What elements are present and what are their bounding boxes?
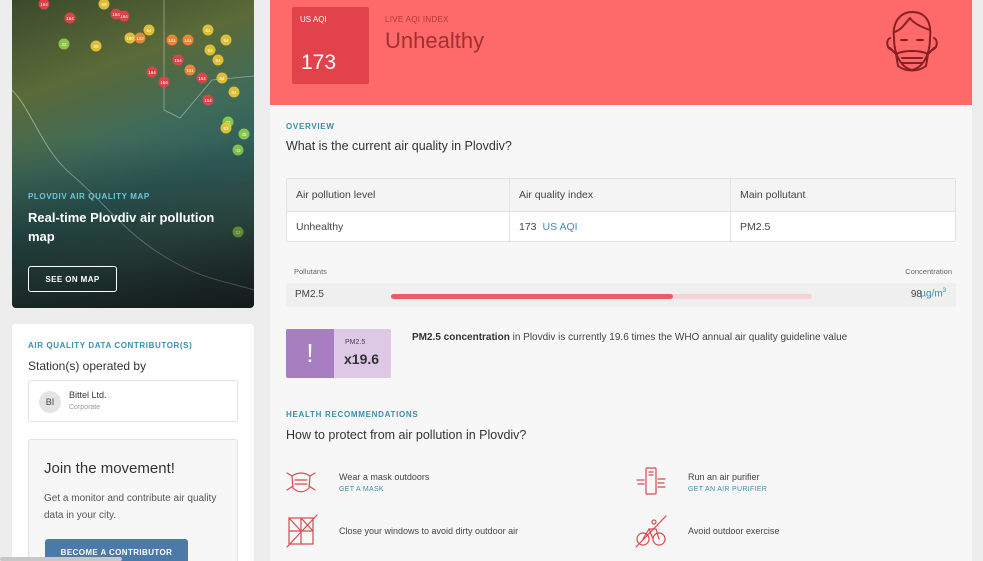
pollutant-unit: µg/m3	[920, 288, 946, 299]
pollutant-level-fill	[391, 294, 674, 299]
see-on-map-button[interactable]: SEE ON MAP	[28, 266, 117, 292]
who-text-rest: in Plovdiv is currently 19.6 times the W…	[509, 332, 848, 343]
column-divider	[509, 179, 510, 243]
pollutants-header: Pollutants	[294, 267, 327, 276]
unit-exponent: 3	[942, 288, 946, 294]
recommendation-text: Close your windows to avoid dirty outdoo…	[339, 526, 519, 536]
header-main-pollutant: Main pollutant	[740, 189, 806, 201]
recommendation-text: Run an air purifier	[688, 472, 760, 482]
mask-icon	[286, 472, 316, 493]
aqi-value-box: US AQI 173	[292, 7, 369, 84]
closed-window-icon	[286, 514, 318, 548]
overview-title: What is the current air quality in Plovd…	[286, 139, 512, 153]
who-guideline-text: PM2.5 concentration in Plovdiv is curren…	[412, 332, 952, 343]
map-title: Real-time Plovdiv air pollution map	[28, 210, 215, 244]
who-multiplier-panel: PM2.5 x19.6	[334, 329, 391, 378]
no-cycling-icon	[635, 515, 667, 548]
aqi-value: 173	[301, 51, 337, 74]
concentration-header: Concentration	[905, 267, 952, 276]
station-type: Corporate	[69, 404, 101, 411]
get-mask-link[interactable]: GET A MASK	[339, 486, 384, 493]
join-movement-box: Join the movement! Get a monitor and con…	[28, 439, 238, 561]
horizontal-scrollbar[interactable]	[0, 557, 122, 561]
movement-text: Get a monitor and contribute air quality…	[44, 493, 217, 521]
air-purifier-icon	[636, 467, 666, 495]
pollutant-row: PM2.5 98 µg/m3	[286, 283, 956, 307]
air-quality-map-card[interactable]: 1641549916415410064122991011011641541011…	[12, 0, 254, 308]
aqi-status: Unhealthy	[385, 28, 485, 53]
overview-eyebrow: OVERVIEW	[286, 122, 335, 131]
unit-base: µg/m	[920, 288, 943, 300]
map-eyebrow: PLOVDIV AIR QUALITY MAP	[28, 192, 150, 201]
header-air-quality-index: Air quality index	[519, 189, 594, 201]
who-text-bold: PM2.5 concentration	[412, 332, 510, 343]
health-title: How to protect from air pollution in Plo…	[286, 428, 527, 442]
map-shade	[12, 0, 254, 308]
pollution-level-value: Unhealthy	[296, 221, 344, 233]
get-air-purifier-link[interactable]: GET AN AIR PURIFIER	[688, 486, 767, 493]
aqi-box-label: US AQI	[300, 15, 327, 24]
exclamation-icon: !	[286, 329, 334, 378]
station-operator[interactable]: BI Bittel Ltd. Corporate	[28, 380, 238, 422]
face-mask-icon	[886, 11, 938, 72]
pollutant-level-bar	[391, 294, 812, 299]
who-guideline-box: ! PM2.5 x19.6	[286, 329, 391, 378]
pollutant-name: PM2.5	[295, 289, 324, 300]
aqi-banner: US AQI 173 LIVE AQI INDEX Unhealthy	[270, 0, 972, 105]
health-eyebrow: HEALTH RECOMMENDATIONS	[286, 410, 419, 419]
who-pollutant-label: PM2.5	[345, 339, 366, 346]
avatar: BI	[39, 391, 61, 413]
who-multiplier: x19.6	[344, 351, 380, 367]
contributor-card: AIR QUALITY DATA CONTRIBUTOR(S) Station(…	[12, 324, 254, 561]
header-pollution-level: Air pollution level	[296, 189, 376, 201]
recommendation-text: Wear a mask outdoors	[339, 472, 430, 482]
movement-title: Join the movement!	[44, 460, 175, 477]
overview-table: Air pollution level Air quality index Ma…	[286, 178, 956, 243]
column-divider	[730, 179, 731, 243]
table-header	[287, 179, 955, 212]
main-pollutant-value: PM2.5	[740, 221, 771, 233]
contributor-eyebrow: AIR QUALITY DATA CONTRIBUTOR(S)	[28, 341, 193, 350]
aqi-index-unit: US AQI	[542, 221, 578, 233]
station-name: Bittel Ltd.	[69, 390, 107, 400]
aqi-index-cell: 173 US AQI	[519, 221, 578, 233]
main-card: US AQI 173 LIVE AQI INDEX Unhealthy OVER…	[270, 0, 972, 561]
aqi-index-value: 173	[519, 221, 537, 233]
recommendation-text: Avoid outdoor exercise	[688, 526, 780, 536]
live-aqi-label: LIVE AQI INDEX	[385, 15, 449, 24]
contributor-title: Station(s) operated by	[28, 359, 147, 373]
